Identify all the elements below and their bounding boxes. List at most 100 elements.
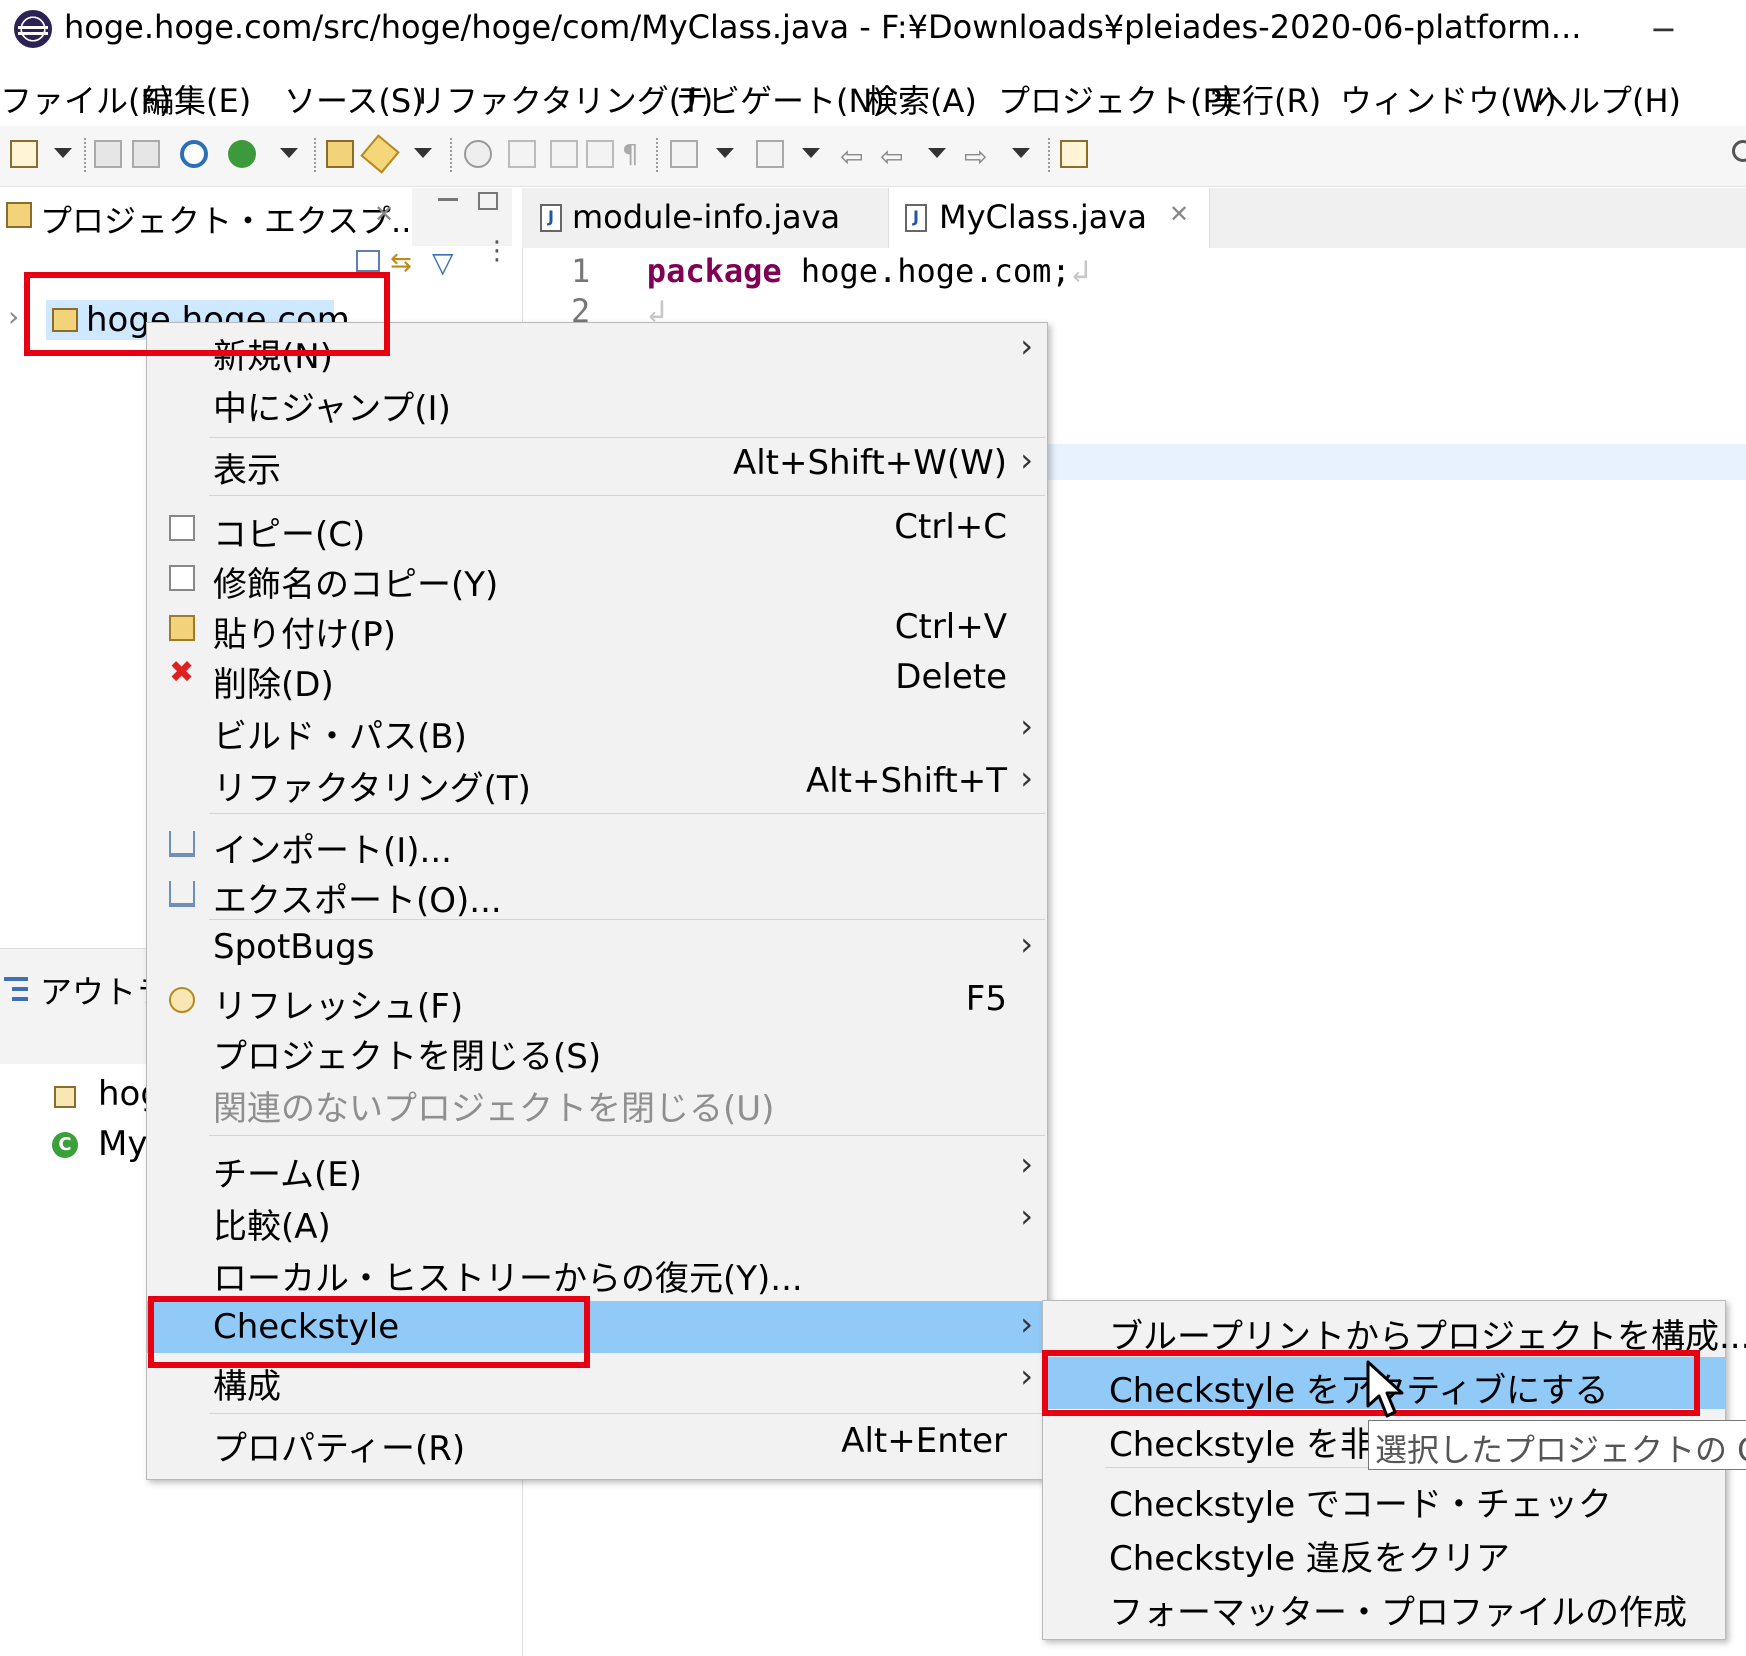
close-view-icon[interactable]: ✕ — [374, 200, 394, 228]
toolbar-separator — [450, 138, 452, 172]
menu-item-label: プロパティー(R) — [213, 1429, 466, 1469]
import-icon — [169, 831, 195, 857]
menu-item-compare[interactable]: 比較(A) › — [147, 1193, 1047, 1247]
title-bar: hoge.hoge.com/src/hoge/hoge/com/MyClass.… — [0, 0, 1746, 60]
expand-chevron-icon[interactable]: › — [8, 300, 19, 333]
menu-separator — [209, 919, 1045, 920]
menu-item-refactor[interactable]: リファクタリング(T) Alt+Shift+T › — [147, 755, 1047, 809]
menu-item-label: リフレッシュ(F) — [213, 987, 464, 1027]
submenu-item-check-code[interactable]: Checkstyle でコード・チェック — [1043, 1471, 1725, 1525]
search-icon[interactable] — [464, 140, 492, 168]
menu-source[interactable]: ソース(S) — [284, 76, 424, 122]
menu-item-label: SpotBugs — [213, 927, 375, 967]
back-arrow-icon[interactable]: ⇦ — [880, 140, 908, 173]
delete-x-icon: ✖ — [169, 655, 195, 690]
toolbar-separator — [1048, 138, 1050, 172]
word-wrap-icon[interactable] — [586, 140, 614, 168]
menu-item-paste[interactable]: 貼り付け(P) Ctrl+V — [147, 601, 1047, 655]
java-file-icon: J — [540, 204, 562, 232]
menu-item-label: 削除(D) — [213, 665, 334, 705]
annotation-box-project — [24, 272, 390, 356]
save-icon[interactable] — [94, 140, 122, 168]
submenu-item-create-formatter-profile[interactable]: フォーマッター・プロファイルの作成 — [1043, 1579, 1725, 1633]
submenu-item-configure-from-blueprint[interactable]: ブループリントからプロジェクトを構成... — [1043, 1303, 1746, 1357]
project-explorer-label: プロジェクト・エクスプ... — [40, 202, 422, 240]
tab-myclass[interactable]: J MyClass.java ✕ — [888, 188, 1210, 248]
menu-item-import[interactable]: インポート(I)... — [147, 817, 1047, 871]
menu-edit[interactable]: 編集(E) — [142, 76, 251, 122]
filter-icon[interactable]: ▽ — [432, 246, 454, 279]
save-all-icon[interactable] — [132, 140, 160, 168]
new-dropdown-icon[interactable] — [54, 148, 72, 158]
menu-run[interactable]: 実行(R) — [1210, 76, 1321, 122]
menu-search[interactable]: 検索(A) — [866, 76, 977, 122]
menu-item-properties[interactable]: プロパティー(R) Alt+Enter — [147, 1415, 1047, 1469]
prev-annotation-icon[interactable] — [756, 140, 784, 168]
run-dropdown-icon[interactable] — [280, 148, 298, 158]
open-perspective-icon[interactable] — [1060, 140, 1088, 168]
pencil-dropdown-icon[interactable] — [414, 148, 432, 158]
paste-clipboard-icon — [169, 615, 195, 641]
back-dropdown-icon[interactable] — [928, 148, 946, 158]
forward-dropdown-icon[interactable] — [1012, 148, 1030, 158]
menu-navigate[interactable]: ナビゲート(N) — [676, 76, 885, 122]
close-tab-icon[interactable]: ✕ — [1169, 200, 1189, 228]
menu-item-label: 関連のないプロジェクトを閉じる(U) — [213, 1089, 775, 1129]
refresh-icon — [169, 987, 195, 1013]
next-annotation-icon[interactable] — [670, 140, 698, 168]
editor-tab-bar: J module-info.java J MyClass.java ✕ — [522, 188, 1746, 249]
prev-annotation-dropdown-icon[interactable] — [802, 148, 820, 158]
last-edit-icon[interactable]: ⇦ — [840, 140, 868, 173]
menu-item-restore-local-history[interactable]: ローカル・ヒストリーからの復元(Y)... — [147, 1245, 1047, 1299]
menu-item-build-path[interactable]: ビルド・パス(B) › — [147, 703, 1047, 757]
toggle-mark-icon[interactable] — [508, 140, 536, 168]
forward-arrow-icon[interactable]: ⇨ — [964, 140, 992, 173]
menu-refactor[interactable]: リファクタリング(T) — [414, 76, 713, 122]
run-icon[interactable] — [228, 140, 256, 168]
menu-item-team[interactable]: チーム(E) › — [147, 1141, 1047, 1195]
minimize-button[interactable]: − — [1650, 10, 1677, 48]
menu-item-label: 比較(A) — [213, 1207, 331, 1247]
menu-item-shortcut: Alt+Enter — [841, 1421, 1007, 1461]
pilcrow-icon[interactable]: ¶ — [622, 140, 650, 170]
menu-project[interactable]: プロジェクト(P) — [998, 76, 1234, 122]
pencil-icon[interactable] — [360, 134, 400, 174]
project-explorer-tab[interactable]: プロジェクト・エクスプ... ✕ — [0, 188, 422, 247]
next-annotation-dropdown-icon[interactable] — [716, 148, 734, 158]
tab-module-info[interactable]: J module-info.java — [522, 188, 888, 248]
maximize-view-icon[interactable] — [478, 192, 498, 210]
tooltip-text: 選択したプロジェクトの Che — [1375, 1431, 1746, 1469]
outline-item[interactable]: My — [98, 1124, 147, 1164]
link-with-editor-icon[interactable]: ⇆ — [390, 248, 412, 278]
menu-item-export[interactable]: エクスポート(O)... — [147, 867, 1047, 921]
menu-item-copy[interactable]: コピー(C) Ctrl+C — [147, 501, 1047, 555]
menu-item-shortcut: Ctrl+C — [894, 507, 1007, 547]
tab-label: MyClass.java — [939, 198, 1147, 236]
outline-icon — [4, 975, 28, 1003]
block-selection-icon[interactable] — [550, 140, 578, 168]
new-icon[interactable] — [10, 140, 38, 168]
outline-tab[interactable]: アウトラ — [0, 948, 168, 1065]
menu-item-label: 貼り付け(P) — [213, 615, 397, 655]
menu-item-delete[interactable]: ✖ 削除(D) Delete — [147, 651, 1047, 705]
menu-item-spotbugs[interactable]: SpotBugs › — [147, 921, 1047, 973]
minimize-view-icon[interactable] — [438, 198, 458, 201]
menu-item-copy-qualified-name[interactable]: 修飾名のコピー(Y) — [147, 551, 1047, 605]
menu-separator — [209, 1135, 1045, 1136]
open-project-icon[interactable] — [326, 140, 354, 168]
menu-item-close-project[interactable]: プロジェクトを閉じる(S) — [147, 1023, 1047, 1077]
menu-help[interactable]: ヘルプ(H) — [1536, 76, 1681, 122]
submenu-item-clear-violations[interactable]: Checkstyle 違反をクリア — [1043, 1525, 1725, 1579]
menu-item-go-into[interactable]: 中にジャンプ(I) — [147, 375, 1047, 429]
menu-item-shortcut: Alt+Shift+W(W) — [732, 443, 1007, 483]
menu-item-label: インポート(I)... — [213, 831, 452, 871]
quick-access-search-icon[interactable] — [1732, 140, 1746, 162]
menu-item-label: ビルド・パス(B) — [213, 717, 467, 757]
menu-item-refresh[interactable]: リフレッシュ(F) F5 — [147, 973, 1047, 1027]
menu-item-show-in[interactable]: 表示 Alt+Shift+W(W) › — [147, 437, 1047, 491]
menu-window[interactable]: ウィンドウ(W) — [1340, 76, 1557, 122]
collapse-all-icon[interactable] — [356, 250, 380, 272]
menu-item-close-unrelated[interactable]: 関連のないプロジェクトを閉じる(U) — [147, 1075, 1047, 1129]
settings-gear-icon[interactable] — [180, 140, 208, 168]
view-menu-icon[interactable]: ⋮ — [484, 238, 510, 264]
